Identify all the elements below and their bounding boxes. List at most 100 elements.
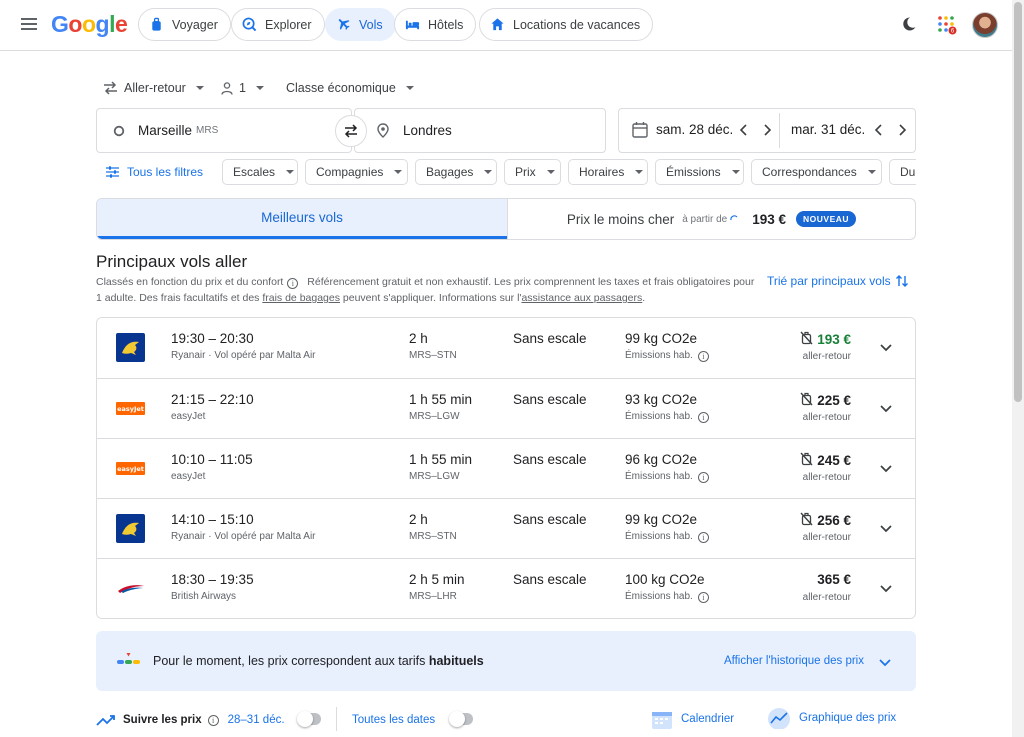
filter-label: Prix bbox=[515, 165, 536, 179]
info-icon[interactable]: i bbox=[287, 278, 299, 289]
info-icon[interactable]: i bbox=[697, 532, 709, 543]
flight-row[interactable]: easyJet 10:10 – 11:05 easyJet 1 h 55 min… bbox=[97, 438, 915, 498]
flight-route: MRS–LGW bbox=[409, 471, 460, 482]
chevron-left-icon[interactable] bbox=[737, 123, 751, 137]
filter-prix[interactable]: Prix bbox=[504, 159, 561, 185]
co2-emissions: 100 kg CO2e bbox=[625, 572, 705, 587]
all-filters-button[interactable]: Tous les filtres bbox=[106, 164, 203, 180]
expand-chevron-icon[interactable] bbox=[879, 461, 893, 475]
return-date[interactable]: mar. 31 déc. bbox=[791, 122, 865, 137]
info-icon[interactable]: i bbox=[207, 714, 219, 726]
trip-type-value: Aller-retour bbox=[124, 81, 186, 95]
no-carry-on-bag-icon bbox=[800, 452, 817, 469]
chevron-right-icon[interactable] bbox=[760, 123, 774, 137]
filter-correspondances[interactable]: Correspondances bbox=[751, 159, 882, 185]
expand-chevron-icon[interactable] bbox=[879, 340, 893, 354]
expand-chevron-icon[interactable] bbox=[879, 581, 893, 595]
tab-cheapest[interactable]: Prix le moins cher à partir de 193 € NOU… bbox=[507, 199, 915, 239]
flight-price: 245 € bbox=[800, 452, 851, 469]
cheapest-price: 193 € bbox=[752, 211, 787, 227]
cabin-class-select[interactable]: Classe économique bbox=[286, 79, 414, 97]
trip-type-select[interactable]: Aller-retour bbox=[103, 79, 204, 97]
filter-duree[interactable]: Durée bbox=[889, 159, 916, 185]
all-filters-label: Tous les filtres bbox=[127, 165, 204, 179]
co2-emissions: 99 kg CO2e bbox=[625, 512, 698, 527]
flight-stops: Sans escale bbox=[513, 452, 587, 467]
price-graph-icon bbox=[768, 708, 790, 729]
dark-theme-icon[interactable] bbox=[901, 16, 917, 32]
tab-best-flights[interactable]: Meilleurs vols bbox=[97, 199, 507, 239]
info-icon[interactable]: i bbox=[697, 351, 709, 362]
scrollbar-thumb[interactable] bbox=[1014, 2, 1022, 402]
passenger-assistance-link[interactable]: assistance aux passagers bbox=[521, 292, 642, 304]
flight-times: 21:15 – 22:10 bbox=[171, 392, 254, 407]
main-menu-icon[interactable] bbox=[18, 15, 40, 33]
airline-name: easyJet bbox=[171, 471, 206, 482]
sort-by-button[interactable]: Trié par principaux vols bbox=[767, 273, 909, 289]
info-icon[interactable]: i bbox=[697, 592, 709, 603]
nav-tab-label: Hôtels bbox=[428, 17, 464, 32]
filter-escales[interactable]: Escales bbox=[222, 159, 298, 185]
filter-horaires[interactable]: Horaires bbox=[568, 159, 648, 185]
flight-price: 256 € bbox=[800, 512, 851, 529]
price-value: 256 € bbox=[817, 513, 851, 528]
price-graph-button[interactable]: Graphique des prix bbox=[767, 706, 896, 730]
flight-row[interactable]: easyJet 21:15 – 22:10 easyJet 1 h 55 min… bbox=[97, 378, 915, 438]
destination-field[interactable]: Londres bbox=[354, 108, 606, 153]
price-subtitle: aller-retour bbox=[802, 472, 851, 483]
filter-emissions[interactable]: Émissions bbox=[655, 159, 744, 185]
calendar-icon bbox=[632, 122, 648, 138]
flight-icon bbox=[338, 19, 350, 30]
account-avatar[interactable] bbox=[972, 12, 998, 38]
apps-grid-icon[interactable]: 6 bbox=[937, 15, 957, 35]
price-subtitle: aller-retour bbox=[802, 412, 851, 423]
suitcase-icon bbox=[152, 17, 161, 31]
desc-text: Classés en fonction du prix et du confor… bbox=[96, 276, 284, 288]
flight-row[interactable]: 18:30 – 19:35 British Airways 2 h 5 min … bbox=[97, 558, 915, 618]
sort-tabs: Meilleurs vols Prix le moins cher à part… bbox=[96, 198, 916, 240]
chevron-down-icon[interactable] bbox=[878, 655, 892, 669]
new-badge: NOUVEAU bbox=[796, 211, 857, 227]
nav-tab-label: Vols bbox=[359, 17, 383, 32]
nav-tab-vols[interactable]: Vols bbox=[325, 8, 396, 41]
google-logo[interactable]: Google bbox=[51, 11, 128, 38]
expand-chevron-icon[interactable] bbox=[879, 401, 893, 415]
track-dates-toggle[interactable] bbox=[297, 711, 321, 727]
track-dates: 28–31 déc. bbox=[227, 714, 285, 726]
expand-chevron-icon[interactable] bbox=[879, 521, 893, 535]
price-value: 225 € bbox=[817, 393, 851, 408]
nav-tab-voyager[interactable]: Voyager bbox=[138, 8, 231, 41]
flight-times: 19:30 – 20:30 bbox=[171, 331, 254, 346]
calendar-button[interactable]: Calendrier bbox=[651, 708, 734, 730]
filter-label: Compagnies bbox=[316, 165, 384, 179]
price-history-link[interactable]: Afficher l'historique des prix bbox=[724, 655, 864, 667]
nav-tab-hotels[interactable]: Hôtels bbox=[394, 8, 477, 41]
all-dates-toggle[interactable] bbox=[449, 711, 473, 727]
track-prices: Suivre les prix i 28–31 déc. bbox=[96, 712, 285, 728]
passengers-select[interactable]: 1 bbox=[221, 79, 264, 97]
flight-route: MRS–STN bbox=[409, 531, 457, 542]
chevron-left-icon[interactable] bbox=[872, 123, 886, 137]
swap-button[interactable] bbox=[335, 115, 367, 147]
filter-bagages[interactable]: Bagages bbox=[415, 159, 497, 185]
toggle-knob bbox=[297, 711, 313, 727]
co2-subtitle: Émissions hab. i bbox=[625, 531, 715, 543]
nav-tab-explorer[interactable]: Explorer bbox=[231, 8, 325, 41]
location-pin-icon bbox=[377, 123, 389, 138]
caret-down-icon bbox=[286, 170, 295, 174]
chevron-right-icon[interactable] bbox=[895, 123, 909, 137]
depart-date[interactable]: sam. 28 déc. bbox=[656, 122, 733, 137]
origin-field[interactable]: Marseille MRS bbox=[96, 108, 352, 153]
caret-down-icon bbox=[255, 86, 264, 90]
filter-compagnies[interactable]: Compagnies bbox=[305, 159, 408, 185]
flight-row[interactable]: 19:30 – 20:30 Ryanair · Vol opéré par Ma… bbox=[97, 318, 915, 378]
price-value: 365 € bbox=[817, 572, 851, 587]
baggage-fees-link[interactable]: frais de bagages bbox=[262, 292, 340, 304]
flight-duration: 1 h 55 min bbox=[409, 452, 473, 467]
info-icon[interactable]: i bbox=[697, 412, 709, 423]
explore-icon bbox=[242, 17, 257, 32]
flight-row[interactable]: 14:10 – 15:10 Ryanair · Vol opéré par Ma… bbox=[97, 498, 915, 558]
nav-tab-locations[interactable]: Locations de vacances bbox=[479, 8, 654, 41]
info-icon[interactable]: i bbox=[697, 472, 709, 483]
co2-subtitle: Émissions hab. i bbox=[625, 591, 715, 603]
